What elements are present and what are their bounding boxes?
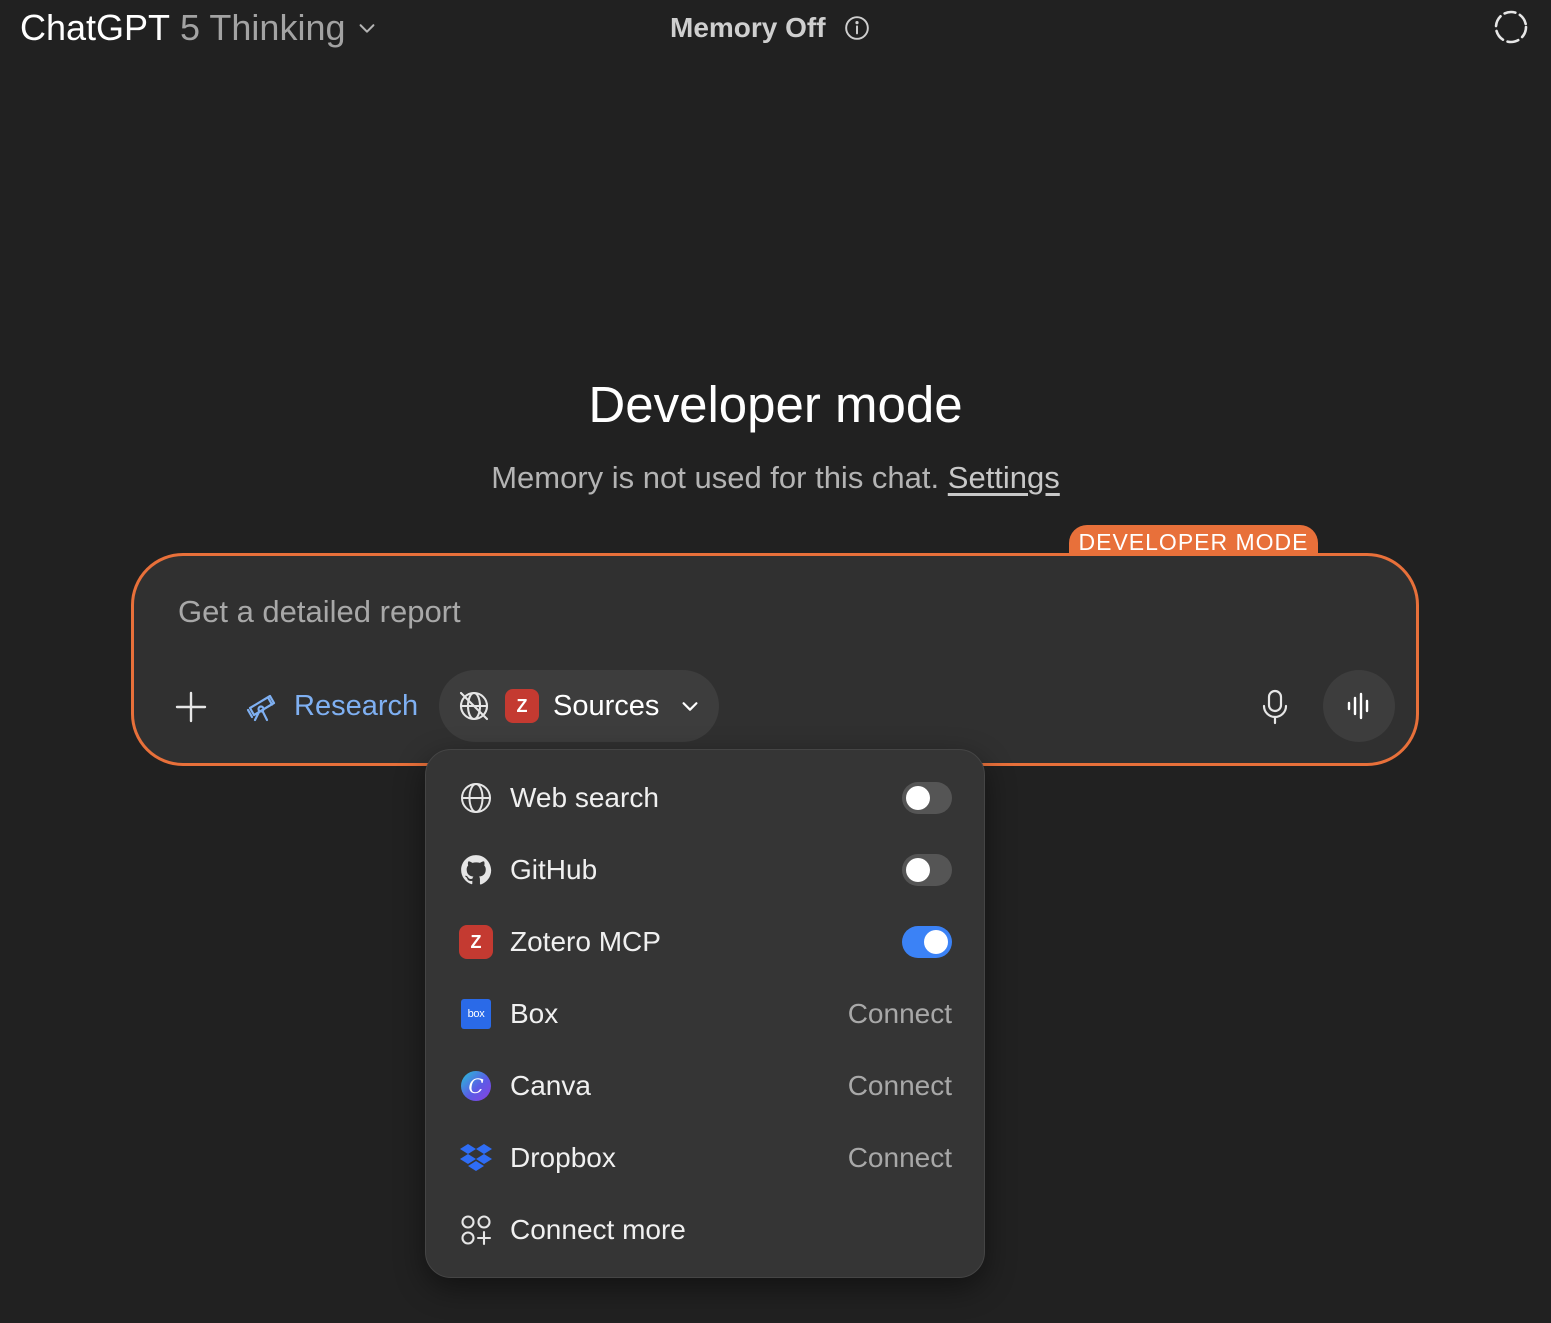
canva-icon: C	[458, 1068, 494, 1104]
sources-button[interactable]: Z Sources	[439, 670, 719, 742]
github-icon	[458, 852, 494, 888]
menu-item-canva[interactable]: C Canva Connect	[458, 1058, 952, 1114]
menu-item-label: Connect more	[510, 1214, 686, 1245]
research-button[interactable]: Research	[244, 684, 418, 728]
voice-mode-button[interactable]	[1323, 670, 1395, 742]
box-icon: box	[458, 996, 494, 1032]
menu-item-label: Zotero MCP	[510, 926, 661, 957]
box-connect-button[interactable]: Connect	[848, 994, 952, 1034]
zotero-mcp-toggle[interactable]	[902, 926, 952, 958]
menu-item-dropbox[interactable]: Dropbox Connect	[458, 1130, 952, 1186]
plus-icon[interactable]	[174, 690, 208, 724]
menu-item-label: Box	[510, 998, 559, 1029]
menu-item-label: GitHub	[510, 854, 598, 885]
model-selector[interactable]: ChatGPT 5 Thinking	[20, 6, 378, 50]
menu-item-box[interactable]: box Box Connect	[458, 986, 952, 1042]
zotero-logo-text: Z	[459, 925, 493, 959]
menu-item-connect-more[interactable]: Connect more	[458, 1202, 952, 1258]
menu-item-zotero-mcp[interactable]: Z Zotero MCP	[458, 914, 952, 970]
telescope-icon	[246, 694, 276, 722]
memory-status-label: Memory Off	[670, 12, 826, 43]
prompt-input[interactable]: Get a detailed report	[178, 592, 461, 632]
globe-off-icon	[459, 691, 489, 721]
dropbox-icon	[458, 1140, 494, 1176]
globe-icon	[458, 780, 494, 816]
menu-item-web-search[interactable]: Web search	[458, 770, 952, 826]
info-icon[interactable]	[844, 15, 870, 41]
chevron-down-icon	[682, 702, 698, 711]
menu-item-label: Canva	[510, 1070, 591, 1101]
memory-notice: Memory is not used for this chat. Settin…	[0, 458, 1551, 498]
zotero-badge: Z	[505, 689, 539, 723]
box-logo-text: box	[461, 999, 491, 1029]
memory-notice-text: Memory is not used for this chat.	[491, 460, 940, 495]
apps-plus-icon	[458, 1212, 494, 1248]
menu-item-label: Dropbox	[510, 1142, 616, 1173]
dropbox-connect-button[interactable]: Connect	[848, 1138, 952, 1178]
menu-item-label: Web search	[510, 782, 659, 813]
model-name: ChatGPT	[20, 7, 171, 48]
microphone-icon[interactable]	[1258, 688, 1292, 726]
settings-link[interactable]: Settings	[948, 460, 1060, 495]
page-title: Developer mode	[588, 376, 963, 433]
waveform-icon	[1347, 692, 1369, 720]
top-bar: ChatGPT 5 Thinking Memory Off	[0, 0, 1551, 56]
sources-label: Sources	[553, 689, 660, 722]
menu-item-github[interactable]: GitHub	[458, 842, 952, 898]
canva-connect-button[interactable]: Connect	[848, 1066, 952, 1106]
web-search-toggle[interactable]	[902, 782, 952, 814]
model-variant: 5 Thinking	[180, 7, 346, 48]
zotero-icon: Z	[458, 924, 494, 960]
chevron-down-icon	[359, 24, 374, 33]
github-toggle[interactable]	[902, 854, 952, 886]
composer: Get a detailed report Research Z Sources	[131, 553, 1419, 766]
research-label: Research	[294, 690, 419, 722]
temporary-chat-icon[interactable]	[1492, 8, 1530, 46]
canva-logo-text: C	[461, 1071, 491, 1101]
sources-menu: Web search GitHub Z Zotero MCP box Box C…	[425, 749, 985, 1278]
memory-status[interactable]: Memory Off	[670, 8, 870, 48]
